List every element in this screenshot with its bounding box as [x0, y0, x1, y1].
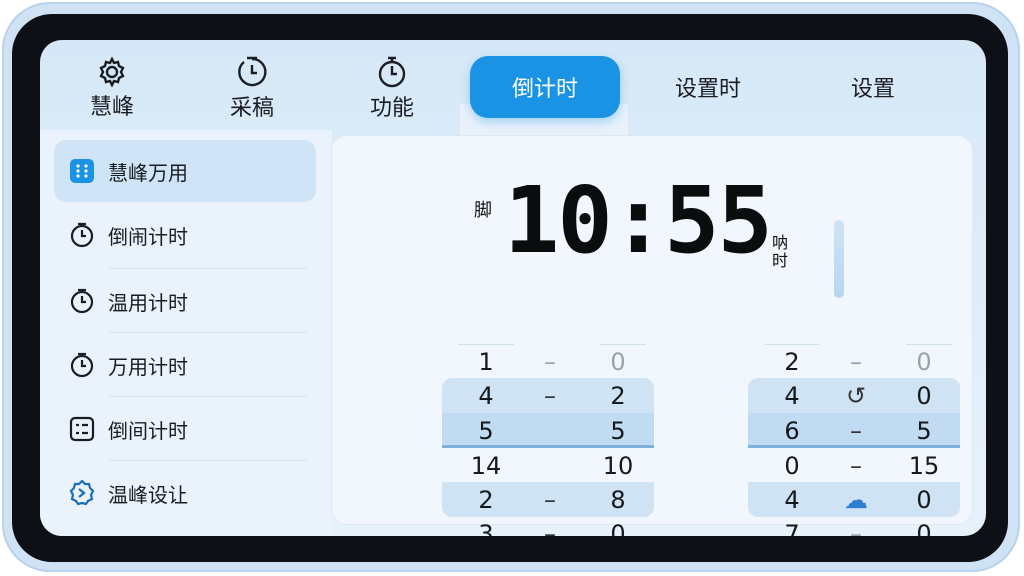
picker-separator: –: [850, 417, 862, 445]
picker-value: 15: [908, 452, 940, 480]
nav-item-label: 采稿: [229, 96, 274, 121]
stopwatch-icon: [375, 56, 409, 88]
settings-icon: [68, 479, 96, 507]
picker-value: 2: [784, 348, 800, 376]
picker-row[interactable]: 4 ☁ 0: [748, 482, 960, 517]
timer-icon: [68, 287, 96, 315]
sidebar-item-label: 慧峰万用: [108, 160, 188, 185]
picker-row[interactable]: 5 5: [442, 413, 654, 448]
picker-separator: –: [544, 382, 556, 410]
picker-value: 5: [916, 417, 932, 445]
divider: [110, 332, 306, 333]
tab-label: 倒计时: [511, 77, 578, 102]
list-icon: [68, 415, 96, 443]
picker-separator: –: [544, 348, 556, 376]
top-navigation: 慧峰 采稿 功能 倒计时 设置时 设置: [40, 40, 986, 136]
nav-item-gongneng[interactable]: 功能: [332, 50, 452, 128]
nav-item-huifeng[interactable]: 慧峰: [52, 50, 172, 128]
picker-row[interactable]: 6 – 5: [748, 413, 960, 448]
scrollbar[interactable]: [834, 220, 844, 298]
picker-row[interactable]: 7 – 0: [748, 516, 960, 536]
clock-suffix: 呐 时: [772, 234, 812, 270]
clock-prefix: 脚: [474, 200, 492, 221]
picker-value: 0: [610, 520, 626, 536]
picker-value: 0: [916, 348, 932, 376]
picker-value: 4: [784, 382, 800, 410]
picker-value: 2: [610, 382, 626, 410]
divider: [110, 268, 306, 269]
picker-value: 8: [610, 486, 626, 514]
picker-value: 0: [916, 520, 932, 536]
picker-value: 6: [784, 417, 800, 445]
clock-suffix-bottom: 时: [772, 251, 789, 270]
tab-settings[interactable]: 设置: [810, 56, 936, 118]
picker-value: 7: [784, 520, 800, 536]
screen: 慧峰 采稿 功能 倒计时 设置时 设置 慧峰万用 倒闹计时 温用计时 万用计时 …: [40, 40, 986, 536]
tab-set-time[interactable]: 设置时: [646, 56, 770, 118]
picker-row[interactable]: 0 – 15: [748, 448, 960, 483]
sidebar: 慧峰万用 倒闹计时 温用计时 万用计时 倒间计时 温峰设让: [40, 130, 332, 536]
sidebar-item-daojian-timer[interactable]: 倒间计时: [54, 398, 316, 460]
picker-value: 2: [478, 486, 494, 514]
clock-suffix-top: 呐: [772, 233, 789, 252]
picker-value: 3: [478, 520, 494, 536]
picker-value: 0: [610, 348, 626, 376]
sidebar-item-daonao-timer[interactable]: 倒闹计时: [54, 204, 316, 266]
divider: [110, 396, 306, 397]
sidebar-item-label: 温峰设让: [108, 482, 188, 507]
picker-row[interactable]: 3 – 0: [442, 516, 654, 536]
picker-separator: –: [850, 520, 862, 536]
picker-value: 5: [478, 417, 494, 445]
time-picker-left[interactable]: 1 – 0 4 – 2 5 5 14 10 2 – 8 3 – 0: [442, 344, 654, 536]
nav-item-label: 功能: [369, 96, 414, 121]
picker-value: 4: [478, 382, 494, 410]
grid-icon: [68, 157, 96, 185]
sidebar-item-wenyong-timer[interactable]: 温用计时: [54, 270, 316, 332]
picker-value: 14: [470, 452, 502, 480]
timer-icon: [235, 56, 269, 88]
sidebar-item-label: 温用计时: [108, 290, 188, 315]
refresh-icon: ↺: [845, 382, 867, 410]
tab-label: 设置: [850, 77, 895, 102]
picker-value: 0: [784, 452, 800, 480]
nav-item-label: 慧峰: [89, 95, 134, 120]
timer-icon: [68, 351, 96, 379]
picker-row[interactable]: 2 – 0: [748, 344, 960, 379]
timer-icon: [68, 221, 96, 249]
cloud-icon: ☁: [844, 486, 868, 514]
picker-value: 0: [916, 486, 932, 514]
picker-row[interactable]: 4 ↺ 0: [748, 378, 960, 413]
picker-value: 10: [602, 452, 634, 480]
picker-value: 5: [610, 417, 626, 445]
sidebar-item-label: 倒间计时: [108, 418, 188, 443]
picker-value: 0: [916, 382, 932, 410]
tab-label: 设置时: [674, 77, 741, 102]
picker-row[interactable]: 14 10: [442, 448, 654, 483]
time-picker-right[interactable]: 2 – 0 4 ↺ 0 6 – 5 0 – 15 4 ☁ 0 7 – 0: [748, 344, 960, 536]
sidebar-item-label: 倒闹计时: [108, 224, 188, 249]
picker-row[interactable]: 4 – 2: [442, 378, 654, 413]
tab-countdown[interactable]: 倒计时: [470, 56, 620, 118]
picker-separator: –: [850, 452, 862, 480]
picker-value: 1: [478, 348, 494, 376]
picker-row[interactable]: 1 – 0: [442, 344, 654, 379]
sidebar-item-huifeng-wanyong[interactable]: 慧峰万用: [54, 140, 316, 202]
picker-row[interactable]: 2 – 8: [442, 482, 654, 517]
picker-value: 4: [784, 486, 800, 514]
nav-item-caigao[interactable]: 采稿: [192, 50, 312, 128]
divider: [110, 460, 306, 461]
clock-display: 10:55: [504, 167, 773, 274]
picker-separator: –: [544, 486, 556, 514]
sidebar-item-settings[interactable]: 温峰设让: [54, 462, 316, 524]
sidebar-item-label: 万用计时: [108, 354, 188, 379]
main-panel: 脚 10:55 呐 时 1 – 0 4 – 2 5 5 14 10 2 – 8 …: [332, 136, 972, 536]
sidebar-item-wanyong-timer[interactable]: 万用计时: [54, 334, 316, 396]
picker-separator: –: [850, 348, 862, 376]
gear-icon: [95, 57, 129, 87]
picker-separator: –: [544, 520, 556, 536]
